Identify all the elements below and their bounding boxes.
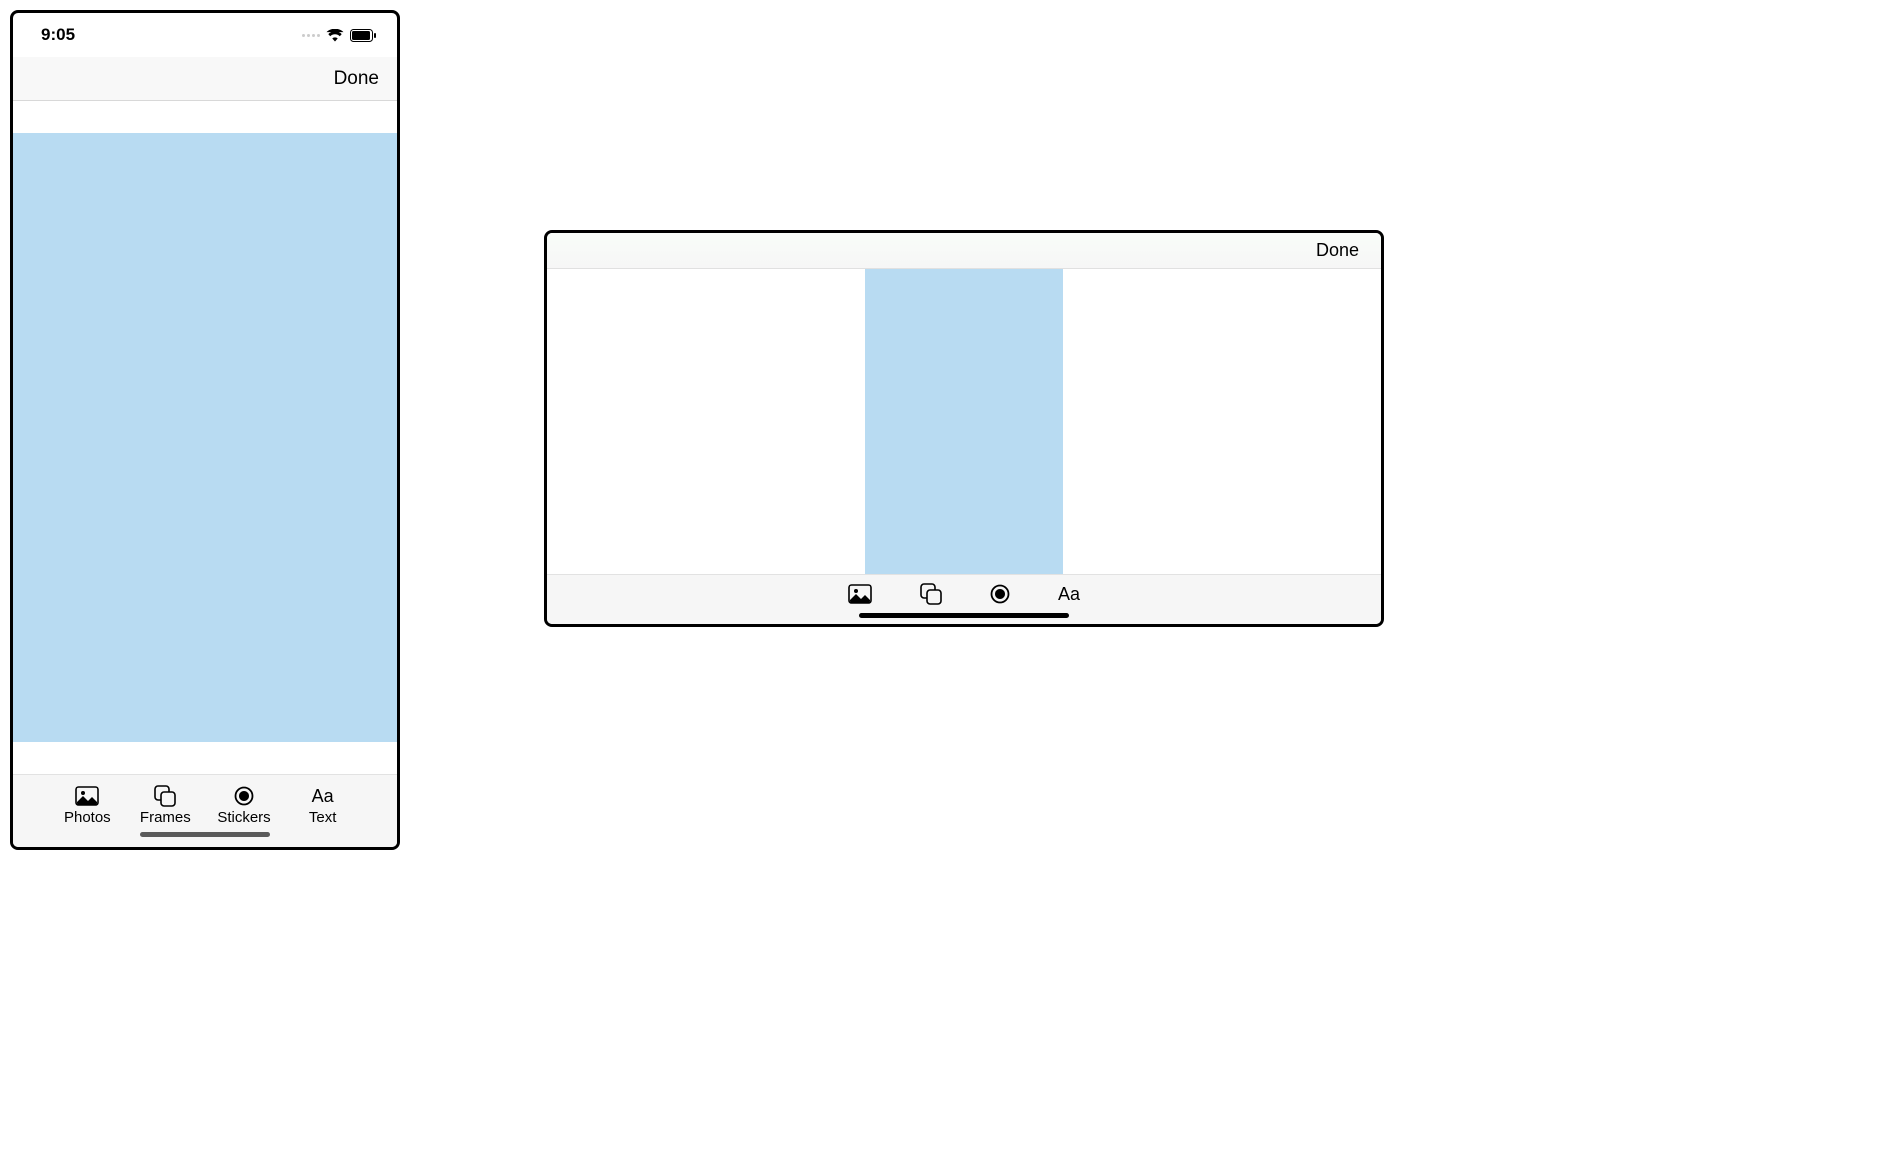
toolbar-item-frames[interactable]: Frames: [139, 785, 191, 826]
frames-icon: [154, 785, 176, 807]
text-icon: Aa: [1058, 584, 1080, 605]
bottom-toolbar: Photos Frames Stickers Aa T: [13, 774, 397, 847]
status-indicators: [302, 29, 377, 42]
nav-bar: Done: [13, 57, 397, 101]
text-icon: Aa: [312, 785, 334, 807]
done-button[interactable]: Done: [1316, 240, 1359, 261]
toolbar-item-stickers[interactable]: [990, 581, 1010, 607]
stickers-icon: [990, 584, 1010, 604]
stickers-icon: [234, 785, 254, 807]
status-bar: 9:05: [13, 13, 397, 57]
device-landscape: Done: [544, 230, 1384, 627]
battery-icon: [350, 29, 377, 42]
done-button[interactable]: Done: [334, 68, 379, 90]
toolbar-label: Photos: [64, 809, 111, 826]
editor-content: [547, 269, 1381, 574]
cellular-signal-icon: [302, 34, 320, 37]
nav-bar: Done: [547, 233, 1381, 269]
editor-canvas[interactable]: [865, 269, 1063, 574]
home-indicator[interactable]: [140, 832, 270, 837]
editor-canvas[interactable]: [13, 133, 397, 742]
toolbar-label: Text: [309, 809, 337, 826]
toolbar-item-text[interactable]: Aa: [1058, 581, 1080, 607]
bottom-toolbar: Aa: [547, 574, 1381, 624]
toolbar-label: Frames: [140, 809, 191, 826]
wifi-icon: [326, 29, 344, 42]
photo-icon: [75, 785, 99, 807]
editor-content: [13, 101, 397, 774]
home-indicator[interactable]: [859, 613, 1069, 618]
content-margin-bottom: [13, 742, 397, 774]
device-portrait: 9:05 Done Photos: [10, 10, 400, 850]
status-time: 9:05: [41, 25, 75, 45]
toolbar-item-stickers[interactable]: Stickers: [217, 785, 270, 826]
content-margin-top: [13, 101, 397, 133]
toolbar-item-photos[interactable]: Photos: [61, 785, 113, 826]
toolbar-item-text[interactable]: Aa Text: [297, 785, 349, 826]
photo-icon: [848, 584, 872, 604]
toolbar-label: Stickers: [217, 809, 270, 826]
toolbar-item-photos[interactable]: [848, 581, 872, 607]
toolbar-item-frames[interactable]: [920, 581, 942, 607]
frames-icon: [920, 583, 942, 605]
